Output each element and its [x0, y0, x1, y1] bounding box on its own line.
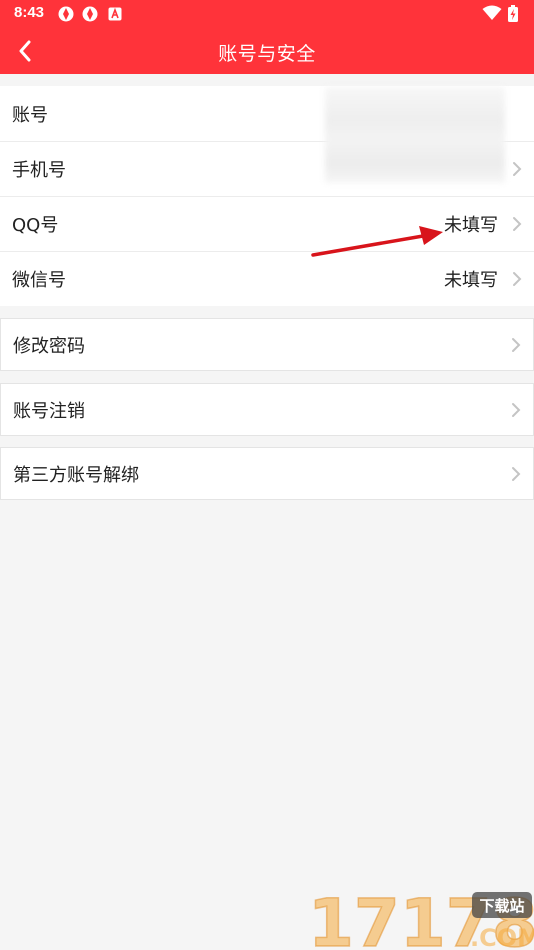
- chevron-right-icon: [513, 217, 522, 231]
- unbind-third-party-button[interactable]: 第三方账号解绑: [0, 447, 534, 500]
- chevron-right-icon: [513, 272, 522, 286]
- site-watermark-logo: 17178 下载站 .COM: [307, 886, 534, 950]
- a-letter-notification-icon: [108, 7, 122, 21]
- change-password-button[interactable]: 修改密码: [0, 318, 534, 371]
- account-label: 账号: [12, 104, 48, 126]
- redacted-account-info: [325, 87, 505, 183]
- app-bar: 账号与安全: [0, 28, 534, 74]
- svg-text:下载站: 下载站: [479, 897, 524, 915]
- phone-label: 手机号: [12, 160, 66, 181]
- wechat-value: 未填写: [444, 270, 498, 291]
- wifi-icon: [482, 5, 502, 20]
- wechat-label: 微信号: [12, 270, 66, 291]
- cancel-account-label: 账号注销: [13, 400, 85, 422]
- status-time: 8:43: [14, 4, 45, 21]
- chevron-right-icon: [512, 402, 521, 417]
- app-notification-icon: [58, 6, 74, 22]
- chevron-right-icon: [512, 466, 521, 481]
- chevron-right-icon: [513, 162, 522, 176]
- status-bar: 8:43: [0, 0, 534, 28]
- cancel-account-button[interactable]: 账号注销: [0, 383, 534, 436]
- annotation-arrow: [311, 226, 443, 257]
- svg-text:.COM: .COM: [470, 924, 534, 950]
- unbind-third-party-label: 第三方账号解绑: [13, 464, 139, 486]
- app-notification-icon: [82, 6, 98, 22]
- chevron-right-icon: [512, 337, 521, 352]
- change-password-label: 修改密码: [13, 335, 85, 357]
- qq-label: QQ号: [12, 215, 59, 236]
- battery-charging-icon: [508, 5, 518, 22]
- page-title: 账号与安全: [218, 43, 316, 65]
